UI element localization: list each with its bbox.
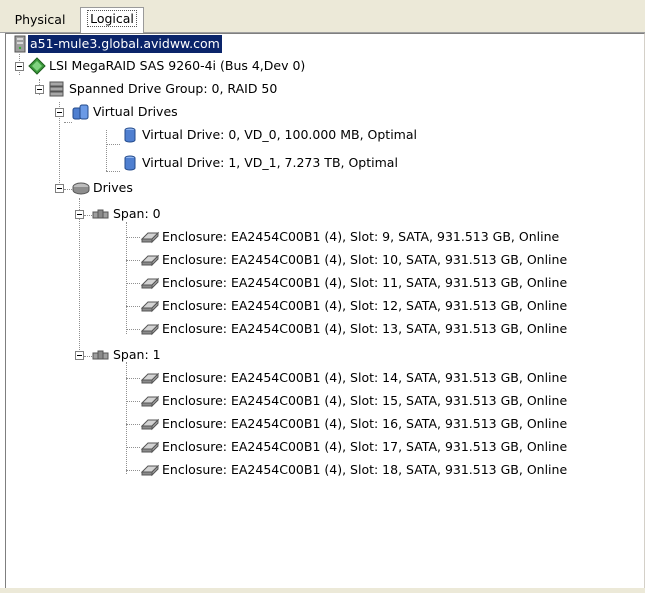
drive-group-icon [49,81,64,97]
tree-line [126,260,140,261]
tree-line [126,329,140,330]
tree-node-span-label: Span: 1 [113,347,161,362]
tree-node-physical-disk-label: Enclosure: EA2454C00B1 (4), Slot: 9, SAT… [162,229,560,244]
tree-line [126,470,140,471]
tree-line [126,424,140,425]
logical-tree[interactable]: a51-mule3.global.avidww.com LSI MegaRAID… [6,34,644,589]
tree-node-physical-disk-label: Enclosure: EA2454C00B1 (4), Slot: 14, SA… [162,370,568,385]
tree-node-virtual-drive-label: Virtual Drive: 0, VD_0, 100.000 MB, Opti… [142,127,417,142]
tree-node-physical-disk-label: Enclosure: EA2454C00B1 (4), Slot: 13, SA… [162,321,568,336]
tree-line [84,356,92,357]
status-strip [0,588,645,593]
tab-logical-label: Logical [87,10,137,27]
tree-node-physical-disk-label: Enclosure: EA2454C00B1 (4), Slot: 18, SA… [162,462,568,477]
tree-line [84,215,92,216]
tree-line [126,283,140,284]
virtual-drive-icon [124,127,136,143]
physical-disk-icon [141,464,159,477]
tree-node-root-label: a51-mule3.global.avidww.com [28,35,222,53]
collapse-icon[interactable] [75,351,84,360]
physical-disk-icon [141,300,159,313]
physical-disk-icon [141,372,159,385]
tree-line [64,189,72,190]
tree-line [106,171,120,172]
tree-node-drive-group-label: Spanned Drive Group: 0, RAID 50 [69,81,278,96]
tree-line [106,130,107,171]
collapse-icon[interactable] [35,85,44,94]
collapse-icon[interactable] [55,108,64,117]
server-icon [14,35,26,53]
tree-line [106,144,120,145]
tree-node-controller-label: LSI MegaRAID SAS 9260-4i (Bus 4,Dev 0) [49,58,306,73]
virtual-drives-folder-icon [72,104,89,120]
tree-line [126,237,140,238]
tree-line [126,378,140,379]
tree-node-span-label: Span: 0 [113,206,161,221]
physical-disk-icon [141,323,159,336]
logical-tree-panel[interactable]: a51-mule3.global.avidww.com LSI MegaRAID… [5,33,645,590]
tree-line [79,198,80,356]
tree-line [126,306,140,307]
virtual-drive-icon [124,155,136,171]
tree-node-physical-disk-label: Enclosure: EA2454C00B1 (4), Slot: 12, SA… [162,298,568,313]
physical-disk-icon [141,231,159,244]
physical-disk-icon [141,395,159,408]
tree-line [126,222,127,334]
tree-node-virtual-drive-label: Virtual Drive: 1, VD_1, 7.273 TB, Optima… [142,155,398,170]
physical-disk-icon [141,277,159,290]
tree-line [126,447,140,448]
raid-controller-icon [28,57,46,75]
span-icon [92,209,109,219]
tab-bar: Physical Logical [0,0,645,33]
collapse-icon[interactable] [15,62,24,71]
tree-line [64,122,72,123]
tree-node-virtual-drives-label: Virtual Drives [93,104,178,119]
tree-line [126,401,140,402]
collapse-icon[interactable] [55,184,64,193]
physical-disk-icon [141,254,159,267]
tab-physical[interactable]: Physical [4,9,76,31]
tree-node-physical-disk-label: Enclosure: EA2454C00B1 (4), Slot: 15, SA… [162,393,568,408]
collapse-icon[interactable] [75,210,84,219]
tab-logical[interactable]: Logical [80,7,144,33]
physical-disk-icon [141,418,159,431]
tree-node-physical-disk-label: Enclosure: EA2454C00B1 (4), Slot: 11, SA… [162,275,568,290]
drives-folder-icon [72,182,90,195]
tree-node-physical-disk-label: Enclosure: EA2454C00B1 (4), Slot: 10, SA… [162,252,568,267]
span-icon [92,350,109,360]
physical-disk-icon [141,441,159,454]
tree-node-drives-label: Drives [93,180,133,195]
tree-node-physical-disk-label: Enclosure: EA2454C00B1 (4), Slot: 16, SA… [162,416,568,431]
tree-node-physical-disk-label: Enclosure: EA2454C00B1 (4), Slot: 17, SA… [162,439,568,454]
